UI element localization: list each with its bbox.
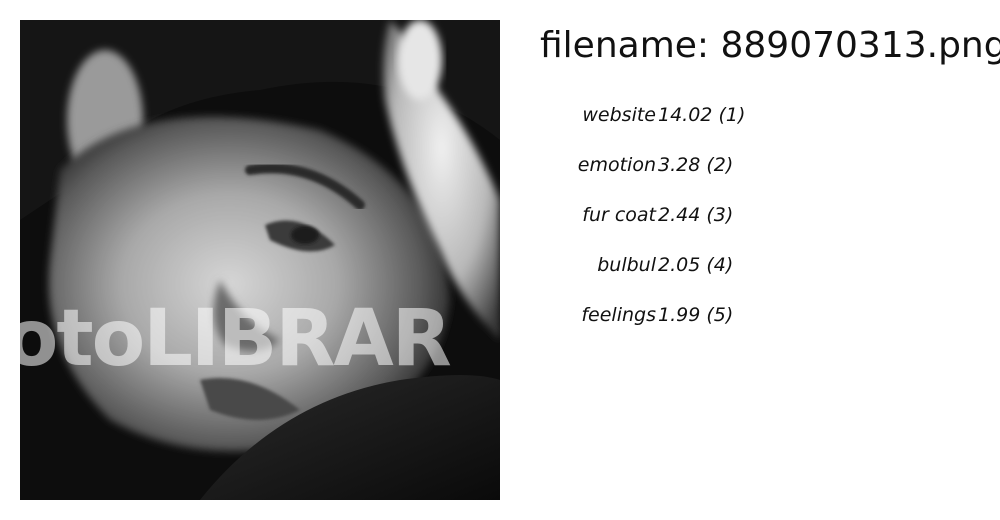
- prediction-row: website 14.02 (1): [560, 100, 780, 150]
- prediction-row: bulbul 2.05 (4): [560, 250, 780, 300]
- prediction-row: fur coat 2.44 (3): [560, 200, 780, 250]
- prediction-score: 2.05 (4): [658, 250, 733, 280]
- prediction-label: fur coat: [582, 204, 656, 226]
- prediction-score: 14.02 (1): [658, 100, 745, 130]
- prediction-score-value: 2.05: [658, 254, 701, 276]
- prediction-score: 2.44 (3): [658, 200, 733, 230]
- prediction-score: 3.28 (2): [658, 150, 733, 180]
- prediction-row: emotion 3.28 (2): [560, 150, 780, 200]
- prediction-rank: (1): [718, 104, 746, 126]
- prediction-list: website 14.02 (1) emotion 3.28 (2) fur c…: [560, 100, 780, 350]
- prediction-label: bulbul: [597, 254, 656, 276]
- portrait-photo: iotoLIBRAR: [20, 20, 500, 500]
- prediction-score-value: 14.02: [658, 104, 713, 126]
- prediction-label: emotion: [577, 154, 656, 176]
- filename-title: filename: 889070313.png: [540, 25, 1000, 66]
- prediction-row: feelings 1.99 (5): [560, 300, 780, 350]
- prediction-rank: (3): [706, 204, 734, 226]
- portrait-photo-graphic: iotoLIBRAR: [20, 20, 500, 500]
- prediction-rank: (2): [706, 154, 734, 176]
- prediction-label: feelings: [581, 304, 656, 326]
- prediction-label: website: [582, 104, 656, 126]
- prediction-rank: (4): [706, 254, 734, 276]
- prediction-rank: (5): [706, 304, 734, 326]
- prediction-score-value: 1.99: [658, 304, 701, 326]
- prediction-score: 1.99 (5): [658, 300, 733, 330]
- prediction-score-value: 3.28: [658, 154, 701, 176]
- watermark-text: iotoLIBRAR: [20, 294, 451, 384]
- prediction-score-value: 2.44: [658, 204, 701, 226]
